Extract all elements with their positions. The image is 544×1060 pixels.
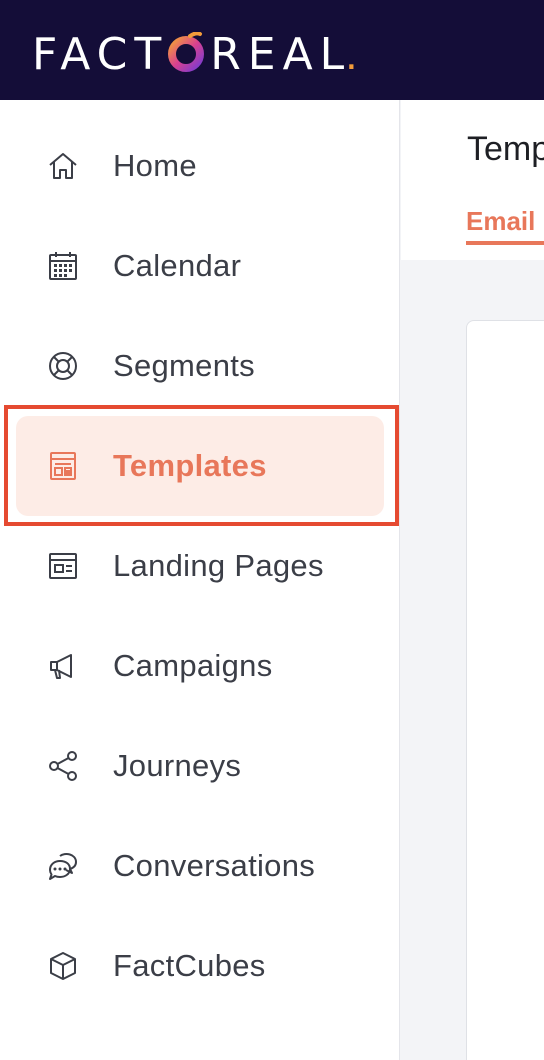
sidebar-item-label: Journeys [113,748,242,783]
sidebar-item-label: FactCubes [113,948,266,983]
sidebar-item-segments[interactable]: Segments [16,316,384,416]
landing-pages-icon [46,549,80,583]
sidebar-item-journeys[interactable]: Journeys [16,716,384,816]
sidebar-item-label: Landing Pages [113,548,324,583]
share-icon [46,749,80,783]
templates-icon [46,449,80,483]
calendar-icon [46,249,80,283]
logo-text-left: FACT [32,29,169,80]
megaphone-icon [46,649,80,683]
logo-o-mark-icon [166,31,206,72]
sidebar-item-factcubes[interactable]: FactCubes [16,916,384,1016]
top-bar: FACT REAL . [0,0,544,100]
sidebar-item-conversations[interactable]: Conversations [16,816,384,916]
content-card [466,320,544,1060]
sidebar-item-label: Home [113,148,197,183]
home-icon [46,149,80,183]
sidebar: Home Calendar Segments Templates Landing… [0,100,400,1060]
sidebar-item-label: Templates [113,448,267,483]
cube-icon [46,949,80,983]
page-title: Temp [467,130,544,168]
main-header: Temp Email [401,100,544,260]
logo-text-right: REAL [210,29,352,80]
chat-icon [46,849,80,883]
tab-email-underline [466,241,544,245]
factoreal-logo[interactable]: FACT REAL . [32,30,357,80]
logo-dot: . [345,30,358,79]
sidebar-item-label: Campaigns [113,648,273,683]
sidebar-item-landing-pages[interactable]: Landing Pages [16,516,384,616]
sidebar-item-campaigns[interactable]: Campaigns [16,616,384,716]
tab-email[interactable]: Email [466,206,535,237]
sidebar-item-calendar[interactable]: Calendar [16,216,384,316]
sidebar-item-label: Conversations [113,848,316,883]
sidebar-item-label: Calendar [113,248,242,283]
segments-icon [46,349,80,383]
sidebar-item-templates[interactable]: Templates [16,416,384,516]
sidebar-item-label: Segments [113,348,255,383]
sidebar-item-home[interactable]: Home [16,116,384,216]
